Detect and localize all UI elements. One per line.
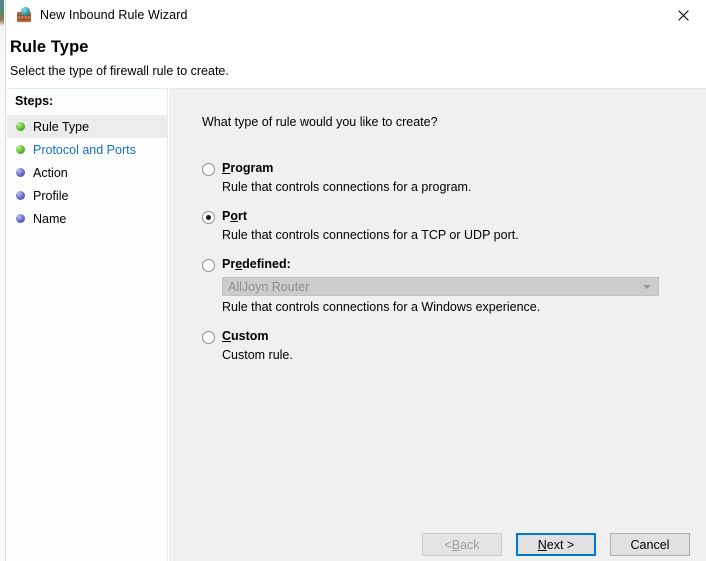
- step-bullet-icon: [16, 145, 25, 154]
- step-bullet-icon: [16, 214, 25, 223]
- option-description-port: Rule that controls connections for a TCP…: [222, 228, 519, 242]
- wizard-window: New Inbound Rule Wizard Rule Type Select…: [0, 0, 706, 561]
- btn-pre: <: [444, 537, 452, 552]
- next-button[interactable]: Next >: [516, 533, 596, 556]
- option-label-predefined: Predefined:: [222, 257, 291, 272]
- label-post: rogram: [230, 161, 274, 175]
- cancel-button[interactable]: Cancel: [610, 533, 690, 556]
- window-title: New Inbound Rule Wizard: [40, 8, 188, 22]
- sidebar-item-label: Action: [33, 165, 68, 180]
- sidebar-item-name[interactable]: Name: [7, 207, 167, 230]
- option-label-program: Program: [222, 161, 273, 176]
- question-label: What type of rule would you like to crea…: [202, 115, 438, 129]
- chevron-down-icon: [643, 284, 651, 289]
- close-icon[interactable]: [661, 0, 706, 30]
- btn-accel: B: [451, 537, 461, 552]
- steps-heading: Steps:: [15, 94, 54, 108]
- option-description-program: Rule that controls connections for a pro…: [222, 180, 472, 194]
- option-description-predefined: Rule that controls connections for a Win…: [222, 300, 541, 314]
- page-title: Rule Type: [10, 38, 89, 56]
- background-window-fill: [0, 0, 4, 561]
- btn-post: ext >: [546, 537, 575, 552]
- step-bullet-icon: [16, 191, 25, 200]
- option-label-port: Port: [222, 209, 247, 224]
- radio-predefined[interactable]: [202, 259, 215, 272]
- btn-accel: N: [537, 537, 547, 552]
- sidebar-item-protocol-and-ports[interactable]: Protocol and Ports: [7, 138, 167, 161]
- sidebar-item-label: Protocol and Ports: [33, 142, 136, 157]
- firewall-icon: [16, 7, 32, 23]
- sidebar-item-label: Rule Type: [33, 119, 90, 134]
- step-bullet-icon: [16, 168, 25, 177]
- option-program: Program Rule that controls connections f…: [202, 161, 682, 194]
- page-header: Rule Type Select the type of firewall ru…: [6, 30, 706, 88]
- sidebar-item-label: Name: [33, 211, 67, 226]
- predefined-rule-dropdown[interactable]: AllJoyn Router: [222, 277, 659, 296]
- back-button[interactable]: < Back: [422, 533, 502, 556]
- label-post: rt: [237, 209, 248, 223]
- predefined-rule-value: AllJoyn Router: [228, 279, 310, 294]
- page-subtitle: Select the type of firewall rule to crea…: [10, 64, 229, 78]
- label-pre: Pr: [222, 257, 236, 271]
- option-custom: Custom Custom rule.: [202, 329, 682, 362]
- radio-custom[interactable]: [202, 331, 215, 344]
- label-post: ustom: [231, 329, 269, 343]
- sidebar-item-label: Profile: [33, 188, 69, 203]
- option-port: Port Rule that controls connections for …: [202, 209, 682, 242]
- option-description-custom: Custom rule.: [222, 348, 293, 362]
- label-accel: o: [230, 209, 238, 223]
- option-predefined: Predefined: AllJoyn Router Rule that con…: [202, 257, 682, 314]
- step-bullet-icon: [16, 122, 25, 131]
- label-accel: C: [222, 329, 232, 343]
- sidebar-item-action[interactable]: Action: [7, 161, 167, 184]
- steps-list: Rule Type Protocol and Ports Action Prof…: [7, 115, 167, 230]
- option-label-custom: Custom: [222, 329, 269, 344]
- globe-shape: [21, 7, 30, 16]
- radio-program[interactable]: [202, 163, 215, 176]
- btn-post: ack: [460, 537, 480, 552]
- sidebar-item-rule-type[interactable]: Rule Type: [7, 115, 167, 138]
- main-content: What type of rule would you like to crea…: [169, 88, 706, 561]
- wizard-button-bar: < Back Next > Cancel: [422, 533, 690, 556]
- steps-sidebar: Steps: Rule Type Protocol and Ports Acti…: [7, 88, 168, 561]
- sidebar-item-profile[interactable]: Profile: [7, 184, 167, 207]
- title-bar: New Inbound Rule Wizard: [6, 0, 706, 30]
- radio-port[interactable]: [202, 211, 215, 224]
- label-post: defined:: [242, 257, 291, 271]
